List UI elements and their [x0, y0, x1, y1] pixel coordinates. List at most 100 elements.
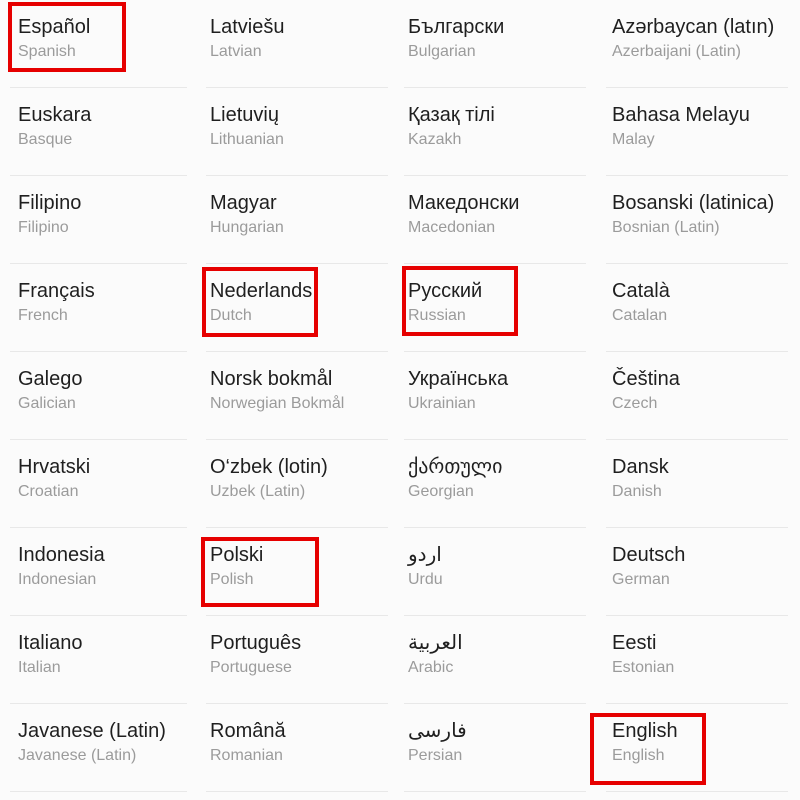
language-english-name: Javanese (Latin) [18, 747, 137, 764]
language-native-name: Русский [408, 280, 483, 302]
language-item[interactable]: Македонски Macedonian [400, 176, 600, 264]
language-item[interactable]: Euskara Basque [0, 88, 200, 176]
language-item[interactable]: Čeština Czech [600, 352, 800, 440]
language-native-name: Latviešu [210, 16, 285, 38]
language-item[interactable]: Български Bulgarian [400, 0, 600, 88]
language-native-name: Eesti [612, 632, 657, 654]
language-item[interactable]: Polski Polish [200, 528, 400, 616]
language-item[interactable]: Javanese (Latin) Javanese (Latin) [0, 704, 200, 792]
language-english-name: Norwegian Bokmål [210, 395, 345, 412]
language-english-name: Indonesian [18, 571, 97, 588]
language-english-name: Bulgarian [408, 43, 476, 60]
language-item[interactable]: Español Spanish [0, 0, 200, 88]
language-native-name: Čeština [612, 368, 680, 390]
language-english-name: Catalan [612, 307, 668, 324]
language-native-name: Português [210, 632, 302, 654]
language-item[interactable]: العربية Arabic [400, 616, 600, 704]
language-grid: Español Spanish Latviešu Latvian Български Bu… [0, 0, 800, 800]
language-native-name: اردو [408, 544, 442, 566]
language-native-name: العربية [408, 632, 463, 654]
language-selection-screen: Español Spanish Latviešu Latvian Български Bu… [0, 0, 800, 800]
language-native-name: Български [408, 16, 505, 38]
language-item[interactable]: Indonesia Indonesian [0, 528, 200, 616]
language-native-name: Euskara [18, 104, 92, 126]
language-english-name: Danish [612, 483, 662, 500]
language-native-name: Bahasa Melayu [612, 104, 750, 126]
language-item[interactable]: Azərbaycan (latın) Azerbaijani (Latin) [600, 0, 800, 88]
language-english-name: Estonian [612, 659, 675, 676]
language-native-name: Azərbaycan (latın) [612, 16, 775, 38]
language-english-name: Uzbek (Latin) [210, 483, 306, 500]
language-english-name: Latvian [210, 43, 262, 60]
language-item[interactable]: فارسی Persian [400, 704, 600, 792]
language-native-name: Español [18, 16, 91, 38]
language-english-name: Russian [408, 307, 466, 324]
language-item[interactable]: Eesti Estonian [600, 616, 800, 704]
language-item[interactable]: English English [600, 704, 800, 792]
language-item[interactable]: O‘zbek (lotin) Uzbek (Latin) [200, 440, 400, 528]
language-native-name: Bosanski (latinica) [612, 192, 775, 214]
language-item[interactable]: Latviešu Latvian [200, 0, 400, 88]
language-item[interactable]: ქართული Georgian [400, 440, 600, 528]
language-item[interactable]: Lietuvių Lithuanian [200, 88, 400, 176]
language-item[interactable]: Filipino Filipino [0, 176, 200, 264]
language-english-name: Azerbaijani (Latin) [612, 43, 741, 60]
language-english-name: Italian [18, 659, 61, 676]
language-native-name: Nederlands [210, 280, 313, 302]
language-english-name: Portuguese [210, 659, 292, 676]
language-english-name: Georgian [408, 483, 474, 500]
language-native-name: Galego [18, 368, 83, 390]
language-english-name: Macedonian [408, 219, 496, 236]
language-english-name: Hungarian [210, 219, 284, 236]
language-english-name: Polish [210, 571, 254, 588]
language-english-name: Dutch [210, 307, 252, 324]
language-item[interactable]: Nederlands Dutch [200, 264, 400, 352]
language-native-name: Dansk [612, 456, 669, 478]
language-english-name: Bosnian (Latin) [612, 219, 720, 236]
language-native-name: English [612, 720, 678, 742]
language-item[interactable]: Galego Galician [0, 352, 200, 440]
language-item[interactable]: Italiano Italian [0, 616, 200, 704]
language-native-name: Lietuvių [210, 104, 279, 126]
language-native-name: ქართული [408, 456, 503, 478]
language-english-name: Arabic [408, 659, 454, 676]
language-native-name: Javanese (Latin) [18, 720, 166, 742]
language-item[interactable]: Magyar Hungarian [200, 176, 400, 264]
language-native-name: Filipino [18, 192, 82, 214]
language-item[interactable]: اردو Urdu [400, 528, 600, 616]
language-item[interactable]: Bahasa Melayu Malay [600, 88, 800, 176]
language-native-name: O‘zbek (lotin) [210, 456, 328, 478]
language-english-name: Romanian [210, 747, 283, 764]
language-item[interactable]: Dansk Danish [600, 440, 800, 528]
language-item[interactable]: Deutsch German [600, 528, 800, 616]
language-native-name: Deutsch [612, 544, 686, 566]
language-item[interactable]: Hrvatski Croatian [0, 440, 200, 528]
language-item[interactable]: Français French [0, 264, 200, 352]
language-item[interactable]: Қазақ тілі Kazakh [400, 88, 600, 176]
language-native-name: Français [18, 280, 95, 302]
language-item[interactable]: Bosanski (latinica) Bosnian (Latin) [600, 176, 800, 264]
language-item[interactable]: Română Romanian [200, 704, 400, 792]
language-english-name: Filipino [18, 219, 69, 236]
language-english-name: Czech [612, 395, 658, 412]
language-native-name: Українська [408, 368, 509, 390]
language-item[interactable]: Português Portuguese [200, 616, 400, 704]
language-english-name: Persian [408, 747, 463, 764]
language-english-name: Galician [18, 395, 76, 412]
language-native-name: Indonesia [18, 544, 105, 566]
language-item[interactable]: Українська Ukrainian [400, 352, 600, 440]
language-item[interactable]: Català Catalan [600, 264, 800, 352]
language-native-name: Македонски [408, 192, 520, 214]
language-item[interactable]: Norsk bokmål Norwegian Bokmål [200, 352, 400, 440]
language-english-name: Croatian [18, 483, 79, 500]
language-native-name: Polski [210, 544, 264, 566]
language-english-name: Spanish [18, 43, 76, 60]
language-native-name: Magyar [210, 192, 277, 214]
language-english-name: Malay [612, 131, 655, 148]
language-native-name: Română [210, 720, 286, 742]
language-native-name: Қазақ тілі [408, 104, 495, 126]
language-item[interactable]: Русский Russian [400, 264, 600, 352]
language-native-name: فارسی [408, 720, 467, 742]
language-english-name: Lithuanian [210, 131, 284, 148]
language-english-name: Ukrainian [408, 395, 476, 412]
